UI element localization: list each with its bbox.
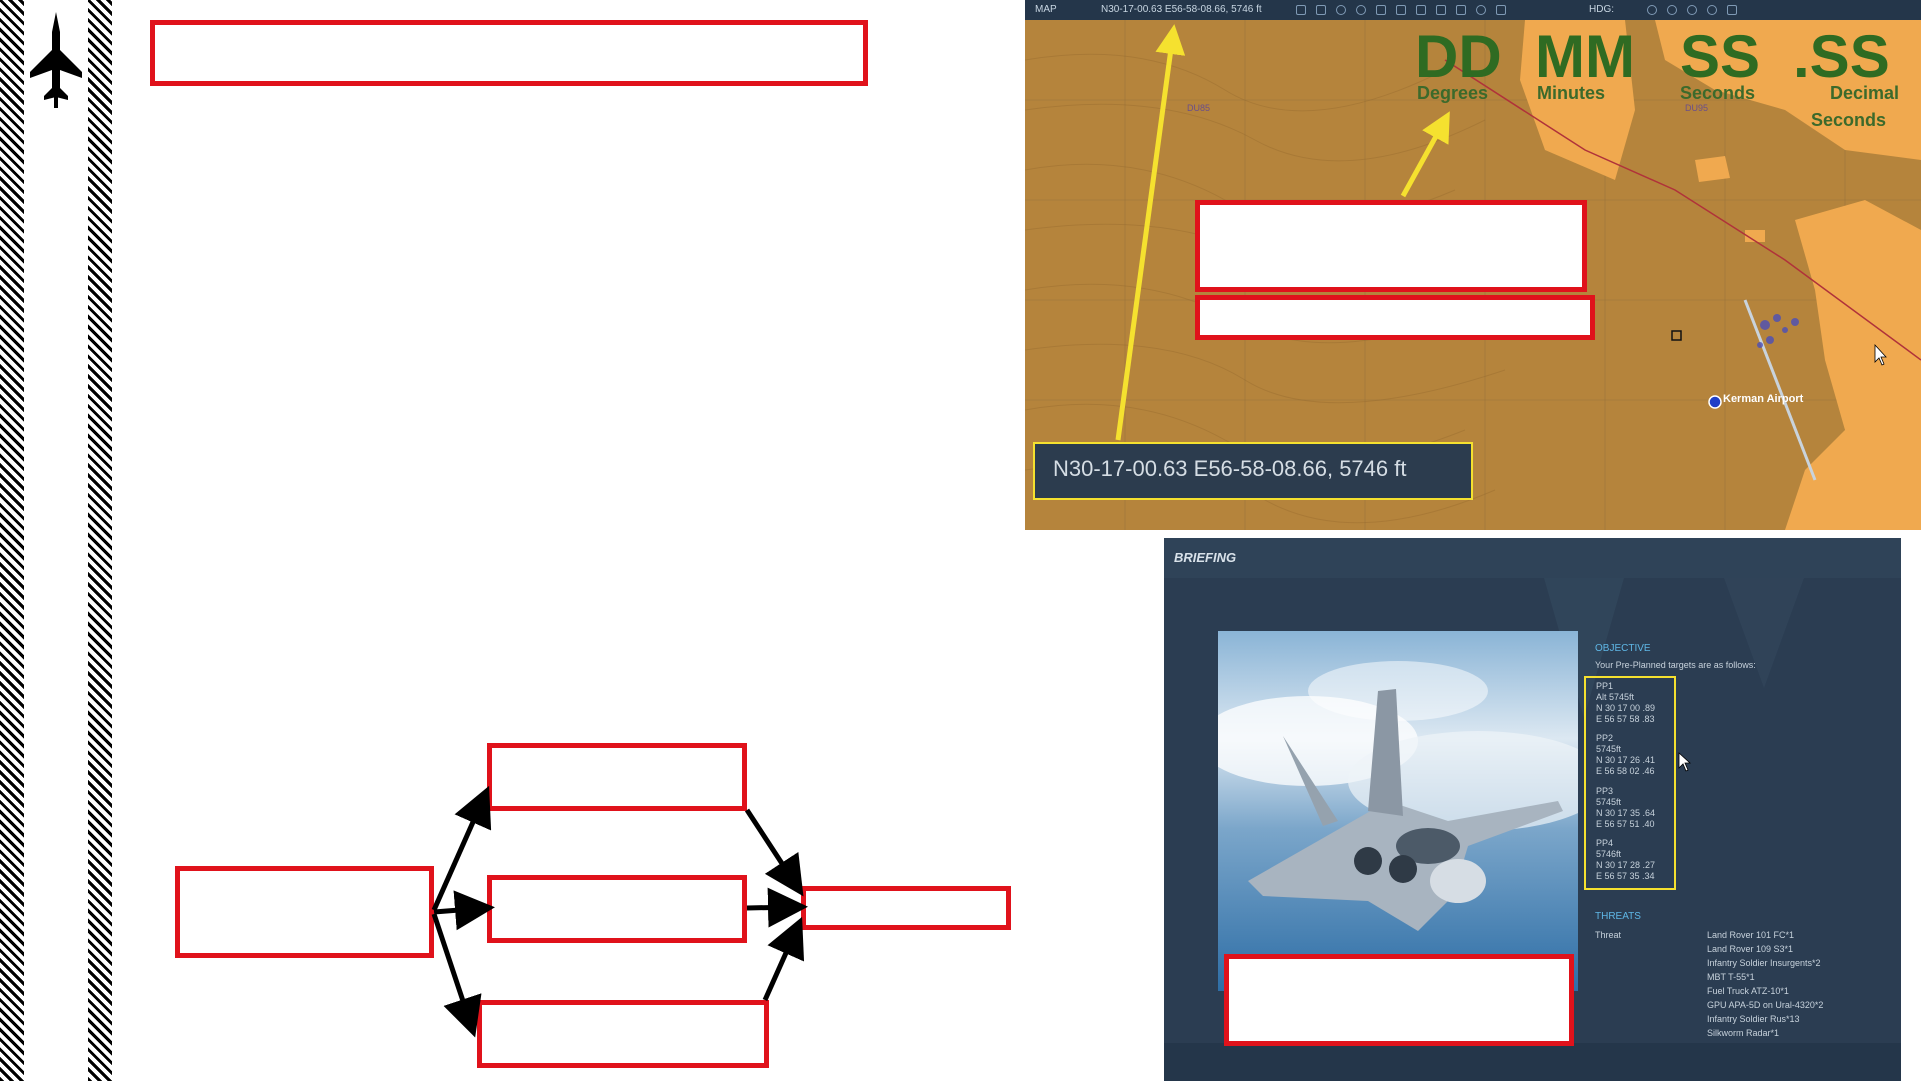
pp1-lon: E 56 57 58 .83: [1596, 714, 1655, 724]
pp1-lat: N 30 17 00 .89: [1596, 703, 1656, 713]
pp4-alt: 5746ft: [1596, 849, 1622, 859]
pp2-name: PP2: [1596, 733, 1614, 743]
briefing-screenshot: BRIEFING OBJECTIVE Your Pre-Planned targ…: [1164, 538, 1901, 1081]
briefing-aircraft-photo: [1218, 631, 1578, 991]
briefing-redacted-box: [1224, 954, 1574, 1046]
pp2-lat: N 30 17 26 .41: [1596, 755, 1656, 765]
threat-item: GPU APA-5D on Ural-4320*2: [1707, 1000, 1824, 1010]
threats-heading: THREATS: [1595, 911, 1641, 922]
objective-intro: Your Pre-Planned targets are as follows:: [1595, 660, 1756, 670]
objective-heading: OBJECTIVE: [1595, 643, 1651, 654]
threat-item: Land Rover 101 FC*1: [1707, 930, 1795, 940]
coordinate-popup: N30-17-00.63 E56-58-08.66, 5746 ft: [1033, 442, 1473, 500]
pp1-name: PP1: [1596, 681, 1614, 691]
threat-item: Fuel Truck ATZ-10*1: [1707, 986, 1789, 996]
threat-item: Infantry Soldier Rus*13: [1707, 1014, 1800, 1024]
threat-item: Land Rover 109 S3*1: [1707, 944, 1794, 954]
pp3-alt: 5745ft: [1596, 797, 1622, 807]
briefing-title: BRIEFING: [1174, 550, 1237, 565]
threat-item: Infantry Soldier Insurgents*2: [1707, 958, 1821, 968]
threat-item: Silkworm Radar*1: [1707, 1028, 1780, 1038]
airport-label[interactable]: Kerman Airport: [1723, 393, 1803, 405]
pp2-lon: E 56 58 02 .46: [1596, 766, 1655, 776]
pp1-alt: Alt 5745ft: [1596, 692, 1635, 702]
threat-item: MBT T-55*1: [1707, 972, 1755, 982]
pp3-name: PP3: [1596, 786, 1614, 796]
threat-label: Threat: [1595, 930, 1622, 940]
pp4-lon: E 56 57 35 .34: [1596, 871, 1655, 881]
mouse-cursor-icon: [1678, 752, 1692, 772]
map-screenshot: MAP N30-17-00.63 E56-58-08.66, 5746 ft H…: [1025, 0, 1921, 530]
pp3-lon: E 56 57 51 .40: [1596, 819, 1655, 829]
pp4-name: PP4: [1596, 838, 1614, 848]
pp3-lat: N 30 17 35 .64: [1596, 808, 1656, 818]
pp2-alt: 5745ft: [1596, 744, 1622, 754]
flow-arrows: [431, 785, 808, 1038]
pp4-lat: N 30 17 28 .27: [1596, 860, 1656, 870]
aircraft-image: [1218, 661, 1578, 931]
